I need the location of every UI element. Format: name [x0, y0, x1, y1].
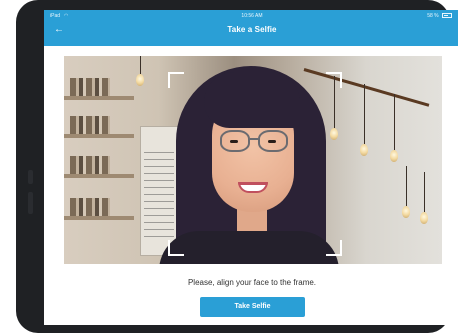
frame-corner-top-right — [326, 72, 342, 88]
lamp-rail — [303, 68, 430, 107]
background-shelf — [64, 216, 134, 220]
frame-corner-bottom-right — [326, 240, 342, 256]
background-menu-text — [144, 152, 174, 242]
background-shelf — [64, 134, 134, 138]
tablet-bezel: iPad ◠ 10:56 AM 58 % ← Take a Selfie Ple… — [16, 0, 458, 333]
glasses-bridge — [250, 138, 258, 140]
lamp-bulb — [420, 212, 428, 224]
instruction-text: Please, align your face to the frame. — [187, 278, 317, 287]
glasses-lens — [258, 130, 288, 152]
battery-percent: 58 % — [427, 13, 439, 19]
battery-icon — [442, 13, 452, 19]
lamp-wire — [394, 94, 395, 150]
frame-corner-bottom-left — [168, 240, 184, 256]
lamp-bulb — [390, 150, 398, 162]
background-shelf — [64, 174, 134, 178]
side-button — [28, 170, 33, 184]
background-bottles — [70, 116, 110, 134]
app-header: iPad ◠ 10:56 AM 58 % ← Take a Selfie — [44, 10, 458, 46]
lamp-bulb — [402, 206, 410, 218]
person-bangs — [204, 72, 300, 128]
take-selfie-button[interactable]: Take Selfie — [200, 297, 305, 317]
background-bottles — [70, 78, 110, 96]
background-bottles — [70, 198, 110, 216]
page-title: Take a Selfie — [227, 25, 277, 34]
battery-status: 58 % — [427, 10, 452, 22]
lamp-bulb — [136, 74, 144, 86]
lamp-wire — [424, 172, 425, 212]
background-bottles — [70, 156, 110, 174]
app-screen: iPad ◠ 10:56 AM 58 % ← Take a Selfie Ple… — [44, 10, 458, 325]
lamp-bulb — [330, 128, 338, 140]
lamp-bulb — [360, 144, 368, 156]
camera-preview — [64, 56, 442, 264]
status-time: 10:56 AM — [241, 13, 263, 19]
status-bar: iPad ◠ 10:56 AM 58 % — [44, 10, 458, 22]
glasses-lens — [220, 130, 250, 152]
frame-corner-top-left — [168, 72, 184, 88]
background-shelf — [64, 96, 134, 100]
side-button — [28, 192, 33, 214]
person-shirt — [159, 231, 339, 264]
lamp-wire — [364, 84, 365, 144]
lamp-wire — [140, 56, 141, 74]
lamp-wire — [406, 166, 407, 206]
